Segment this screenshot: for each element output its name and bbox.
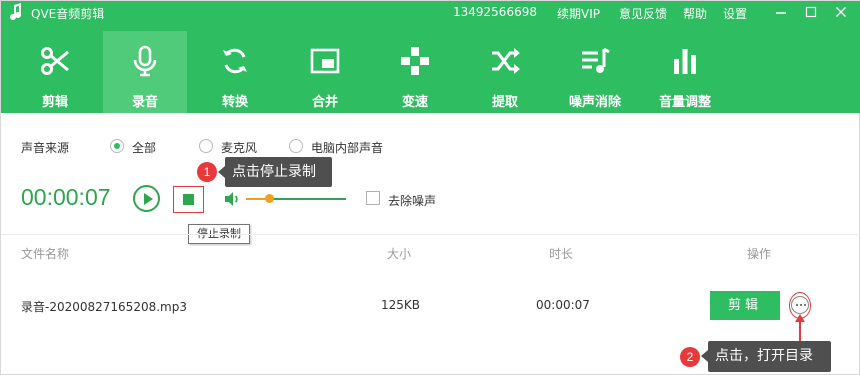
app-title: QVE音频剪辑 bbox=[31, 7, 105, 21]
tab-label: 噪声消除 bbox=[568, 95, 621, 110]
playlist-icon bbox=[582, 47, 610, 73]
edit-button[interactable]: 剪辑 bbox=[710, 291, 780, 320]
file-duration-cell: 00:00:07 bbox=[536, 298, 590, 312]
feedback-link[interactable]: 意见反馈 bbox=[619, 5, 667, 22]
recording-timer: 00:00:07 bbox=[21, 184, 111, 210]
tab-label: 音量调整 bbox=[658, 95, 711, 110]
radio-dot bbox=[110, 139, 124, 153]
tab-cut[interactable]: 剪辑 bbox=[13, 31, 97, 113]
tab-noise-removal[interactable]: 噪声消除 bbox=[553, 31, 637, 113]
tab-record[interactable]: 录音 bbox=[103, 31, 187, 113]
tab-convert[interactable]: 转换 bbox=[193, 31, 277, 113]
tab-label: 录音 bbox=[131, 95, 158, 110]
close-icon bbox=[836, 7, 846, 17]
volume-slider-handle[interactable] bbox=[265, 194, 274, 203]
refresh-icon bbox=[223, 48, 247, 74]
file-size-cell: 125KB bbox=[381, 298, 421, 312]
tab-merge[interactable]: 合并 bbox=[283, 31, 367, 113]
app-window: QVE音频剪辑 13492566698 续期VIP 意见反馈 帮助 设置 剪辑 … bbox=[0, 0, 860, 375]
callout-open-folder: 点击，打开目录 bbox=[701, 341, 831, 372]
main-toolbar: 剪辑 录音 转换 合并 变速 提取 噪声消除 音量调整 bbox=[1, 31, 860, 113]
tab-label: 剪辑 bbox=[41, 95, 68, 110]
minimize-button[interactable] bbox=[771, 3, 791, 21]
account-phone[interactable]: 13492566698 bbox=[453, 5, 537, 19]
file-name-cell: 录音-20200827165208.mp3 bbox=[21, 300, 187, 314]
radio-label: 全部 bbox=[132, 141, 157, 155]
tab-label: 提取 bbox=[491, 95, 518, 110]
radio-label: 麦克风 bbox=[221, 141, 258, 155]
tab-label: 合并 bbox=[311, 95, 338, 110]
column-header-size: 大小 bbox=[387, 247, 412, 261]
help-link[interactable]: 帮助 bbox=[683, 5, 707, 22]
music-note-icon bbox=[10, 3, 22, 21]
maximize-button[interactable] bbox=[801, 3, 821, 21]
sound-source-label: 声音来源 bbox=[21, 141, 70, 155]
renew-vip-link[interactable]: 续期VIP bbox=[557, 5, 600, 22]
tab-extract[interactable]: 提取 bbox=[463, 31, 547, 113]
tab-speed[interactable]: 变速 bbox=[373, 31, 457, 113]
tab-label: 变速 bbox=[401, 95, 428, 110]
checkbox-box bbox=[366, 191, 380, 205]
play-button[interactable] bbox=[133, 185, 160, 212]
column-header-actions: 操作 bbox=[747, 247, 772, 261]
bar-chart-icon bbox=[674, 49, 696, 74]
column-header-name: 文件名称 bbox=[21, 247, 70, 261]
title-bar: QVE音频剪辑 13492566698 续期VIP 意见反馈 帮助 设置 bbox=[1, 1, 860, 25]
minimize-icon bbox=[776, 12, 786, 14]
radio-dot bbox=[199, 139, 213, 153]
arrow-head bbox=[795, 314, 805, 322]
section-divider bbox=[1, 234, 860, 235]
maximize-icon bbox=[805, 6, 817, 18]
stop-recording-button[interactable] bbox=[173, 186, 204, 213]
tab-volume-adjust[interactable]: 音量调整 bbox=[643, 31, 727, 113]
shuffle-icon bbox=[492, 48, 520, 74]
scissors-icon bbox=[41, 47, 69, 75]
step-badge-2: 2 bbox=[680, 347, 700, 367]
column-header-duration: 时长 bbox=[549, 247, 574, 261]
close-button[interactable] bbox=[831, 3, 851, 21]
gamepad-icon bbox=[401, 47, 429, 75]
speaker-icon[interactable] bbox=[223, 190, 241, 208]
callout-stop-recording: 点击停止录制 bbox=[218, 157, 332, 187]
radio-dot bbox=[289, 139, 303, 153]
merge-icon bbox=[310, 48, 340, 74]
radio-label: 电脑内部声音 bbox=[311, 141, 384, 155]
microphone-icon bbox=[133, 45, 157, 77]
header: QVE音频剪辑 13492566698 续期VIP 意见反馈 帮助 设置 剪辑 … bbox=[1, 1, 860, 113]
denoise-label: 去除噪声 bbox=[388, 194, 437, 208]
tab-label: 转换 bbox=[221, 95, 248, 110]
settings-link[interactable]: 设置 bbox=[723, 5, 747, 22]
step-badge-1: 1 bbox=[197, 162, 217, 182]
